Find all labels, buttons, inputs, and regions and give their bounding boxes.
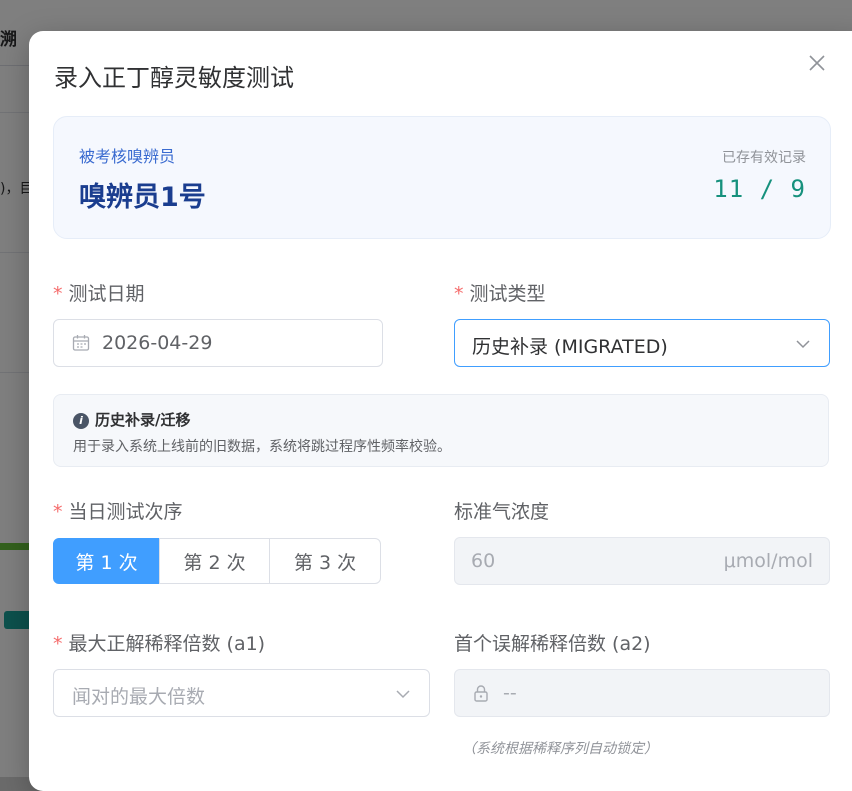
records-label: 已存有效记录 (722, 150, 806, 166)
sequence-option-1[interactable]: 第 1 次 (53, 538, 160, 584)
sequence-radio-group: 第 1 次 第 2 次 第 3 次 (53, 538, 381, 584)
info-title: i 历史补录/迁移 (73, 409, 190, 430)
required-mark: * (53, 501, 63, 523)
max-dilution-label: * 最大正解稀释倍数 (a1) (53, 629, 265, 656)
chevron-down-icon (395, 685, 411, 701)
test-date-label: * 测试日期 (53, 279, 145, 306)
info-icon: i (73, 413, 89, 429)
sequence-label-text: 当日测试次序 (68, 501, 183, 523)
first-wrong-label: 首个误解稀释倍数 (a2) (454, 633, 651, 655)
migration-info-box: i 历史补录/迁移 用于录入系统上线前的旧数据，系统将跳过程序性频率校验。 (53, 394, 829, 467)
test-type-value: 历史补录 (MIGRATED) (472, 336, 668, 358)
test-date-input[interactable]: 2026-04-29 (53, 319, 383, 367)
test-date-value: 2026-04-29 (102, 332, 213, 354)
first-wrong-input: -- (454, 669, 830, 717)
max-dilution-placeholder: 闻对的最大倍数 (72, 686, 206, 708)
examinee-name: 嗅辨员1号 (79, 182, 206, 213)
first-wrong-hint: （系统根据稀释序列自动锁定） (462, 741, 658, 757)
first-wrong-value: -- (503, 682, 517, 704)
test-date-label-text: 测试日期 (68, 283, 145, 305)
test-entry-dialog: 录入正丁醇灵敏度测试 被考核嗅辨员 嗅辨员1号 已存有效记录 11 / 9 * 测… (29, 31, 852, 791)
required-mark: * (53, 633, 63, 655)
standard-gas-unit: μmol/mol (723, 550, 813, 572)
lock-icon (473, 684, 489, 702)
required-mark: * (454, 283, 464, 305)
examinee-label: 被考核嗅辨员 (79, 147, 176, 166)
test-type-label: * 测试类型 (454, 279, 546, 306)
max-dilution-select[interactable]: 闻对的最大倍数 (53, 669, 430, 717)
max-dilution-label-text: 最大正解稀释倍数 (a1) (68, 633, 266, 655)
info-title-text: 历史补录/迁移 (95, 411, 191, 429)
info-description: 用于录入系统上线前的旧数据，系统将跳过程序性频率校验。 (73, 439, 451, 455)
calendar-icon (72, 334, 90, 352)
chevron-down-icon (795, 335, 811, 351)
sequence-option-3[interactable]: 第 3 次 (269, 538, 381, 584)
records-value: 11 / 9 (713, 175, 806, 203)
standard-gas-value: 60 (471, 550, 496, 572)
close-icon[interactable] (805, 53, 829, 77)
examinee-card: 被考核嗅辨员 嗅辨员1号 已存有效记录 11 / 9 (53, 116, 831, 239)
dialog-title: 录入正丁醇灵敏度测试 (54, 64, 294, 92)
required-mark: * (53, 283, 63, 305)
test-type-label-text: 测试类型 (469, 283, 546, 305)
standard-gas-label: 标准气浓度 (454, 501, 550, 523)
test-type-select[interactable]: 历史补录 (MIGRATED) (454, 319, 830, 367)
standard-gas-input: 60 μmol/mol (454, 537, 830, 585)
sequence-option-2[interactable]: 第 2 次 (159, 538, 270, 584)
sequence-label: * 当日测试次序 (53, 497, 183, 524)
